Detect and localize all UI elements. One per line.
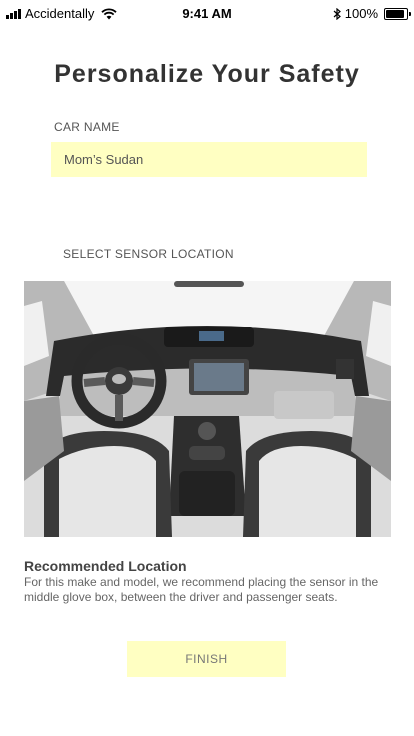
status-right: 100%	[333, 6, 411, 21]
status-bar: Accidentally 9:41 AM 100%	[0, 0, 414, 26]
battery-icon	[384, 7, 411, 20]
car-name-label: CAR NAME	[54, 120, 120, 134]
sensor-location-label: SELECT SENSOR LOCATION	[63, 247, 234, 261]
recommended-location-description: For this make and model, we recommend pl…	[24, 575, 379, 604]
finish-button[interactable]: FINISH	[127, 641, 286, 677]
bluetooth-icon	[333, 7, 341, 20]
recommended-location-title: Recommended Location	[24, 558, 187, 574]
battery-fill	[386, 9, 404, 18]
car-interior-image[interactable]	[24, 281, 391, 537]
page-title: Personalize Your Safety	[54, 60, 360, 88]
battery-percent: 100%	[344, 6, 378, 21]
car-name-input[interactable]	[51, 142, 367, 177]
car-interior-illustration	[24, 281, 391, 537]
